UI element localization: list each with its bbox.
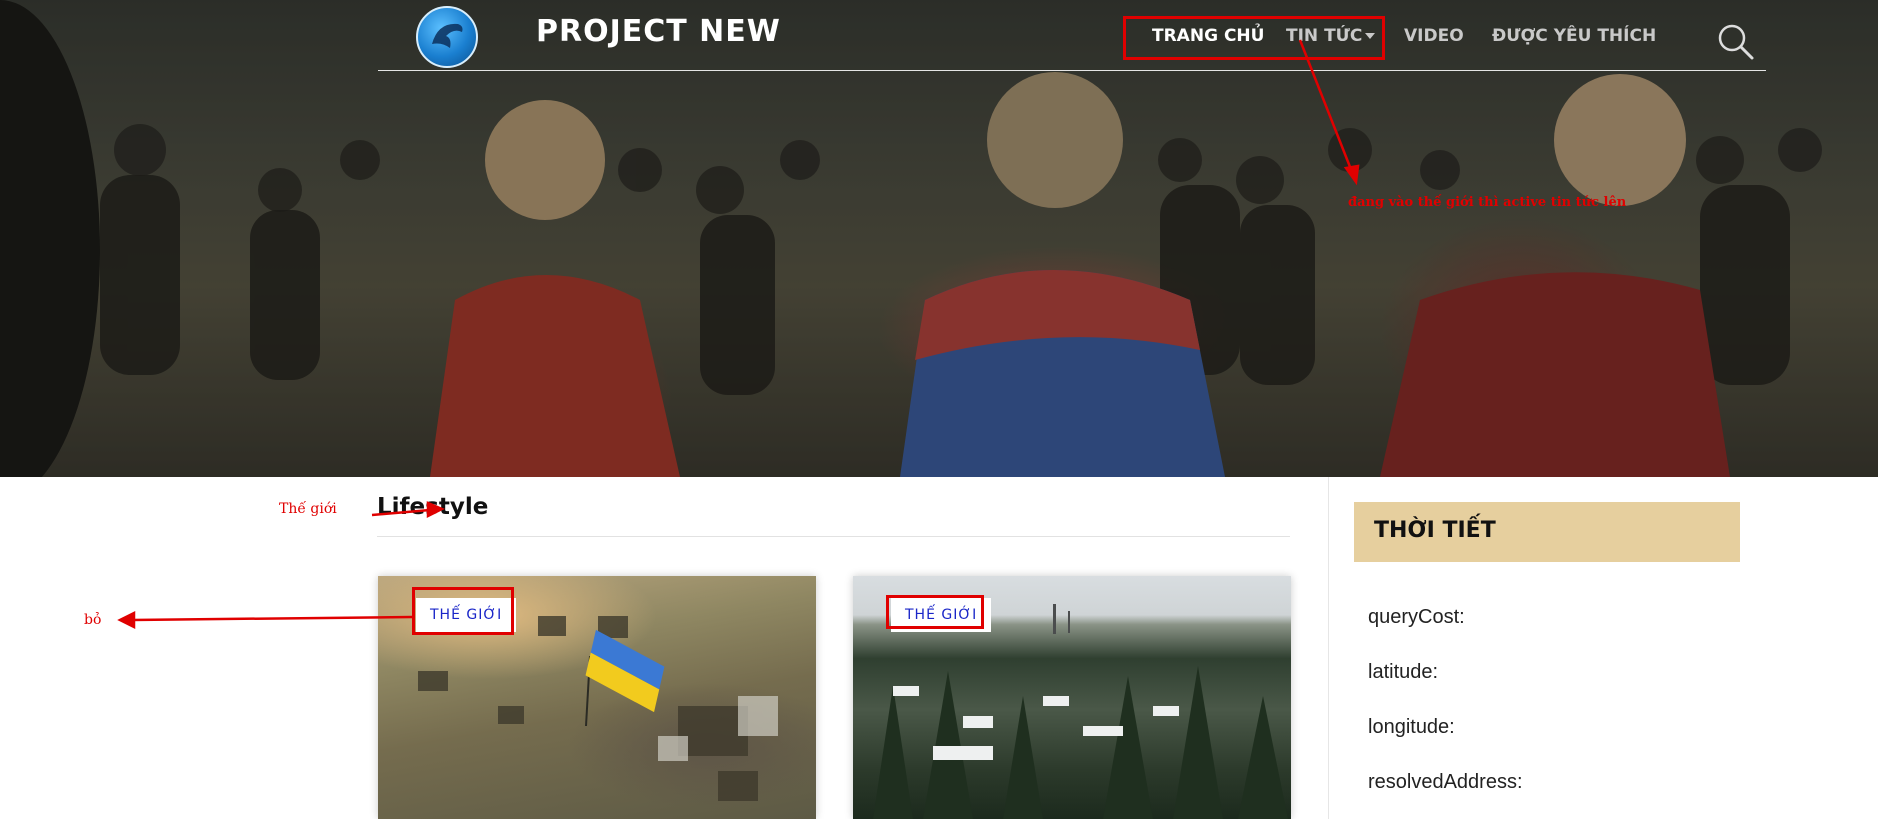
nav-news-label: TIN TỨC <box>1286 26 1363 46</box>
article-card-1[interactable]: THẾ GIỚI <box>378 576 816 819</box>
weather-query-cost: queryCost: <box>1368 606 1465 628</box>
hero-banner <box>0 0 1878 477</box>
nav-home[interactable]: TRANG CHỦ <box>1152 26 1264 46</box>
weather-latitude: latitude: <box>1368 661 1439 683</box>
annotation-note-nav: đang vào thế giới thì active tin tức lên <box>1348 195 1627 210</box>
category-tag[interactable]: THẾ GIỚI <box>891 598 992 632</box>
nav-favorites[interactable]: ĐƯỢC YÊU THÍCH <box>1492 26 1656 46</box>
nav-divider <box>378 70 1766 71</box>
weather-longitude: longitude: <box>1368 716 1455 738</box>
annotation-note-remove: bỏ <box>84 612 102 628</box>
weather-resolved-address: resolvedAddress: <box>1368 771 1523 793</box>
nav-news[interactable]: TIN TỨC <box>1286 26 1376 46</box>
search-icon[interactable] <box>1716 22 1756 62</box>
nav-video[interactable]: VIDEO <box>1404 26 1464 46</box>
weather-title: THỜI TIẾT <box>1374 518 1496 543</box>
section-title: Lifestyle <box>377 494 489 520</box>
category-tag[interactable]: THẾ GIỚI <box>416 598 517 632</box>
weather-header: THỜI TIẾT <box>1354 502 1740 562</box>
brand-title[interactable]: PROJECT NEW <box>536 14 781 49</box>
caret-down-icon <box>1365 33 1376 39</box>
article-card-2[interactable]: THẾ GIỚI <box>853 576 1291 819</box>
section-divider <box>377 536 1290 537</box>
column-divider <box>1328 477 1329 819</box>
dolphin-logo-icon[interactable] <box>416 6 478 68</box>
annotation-note-world: Thế giới <box>279 501 337 517</box>
hero-overlay <box>0 0 1878 477</box>
